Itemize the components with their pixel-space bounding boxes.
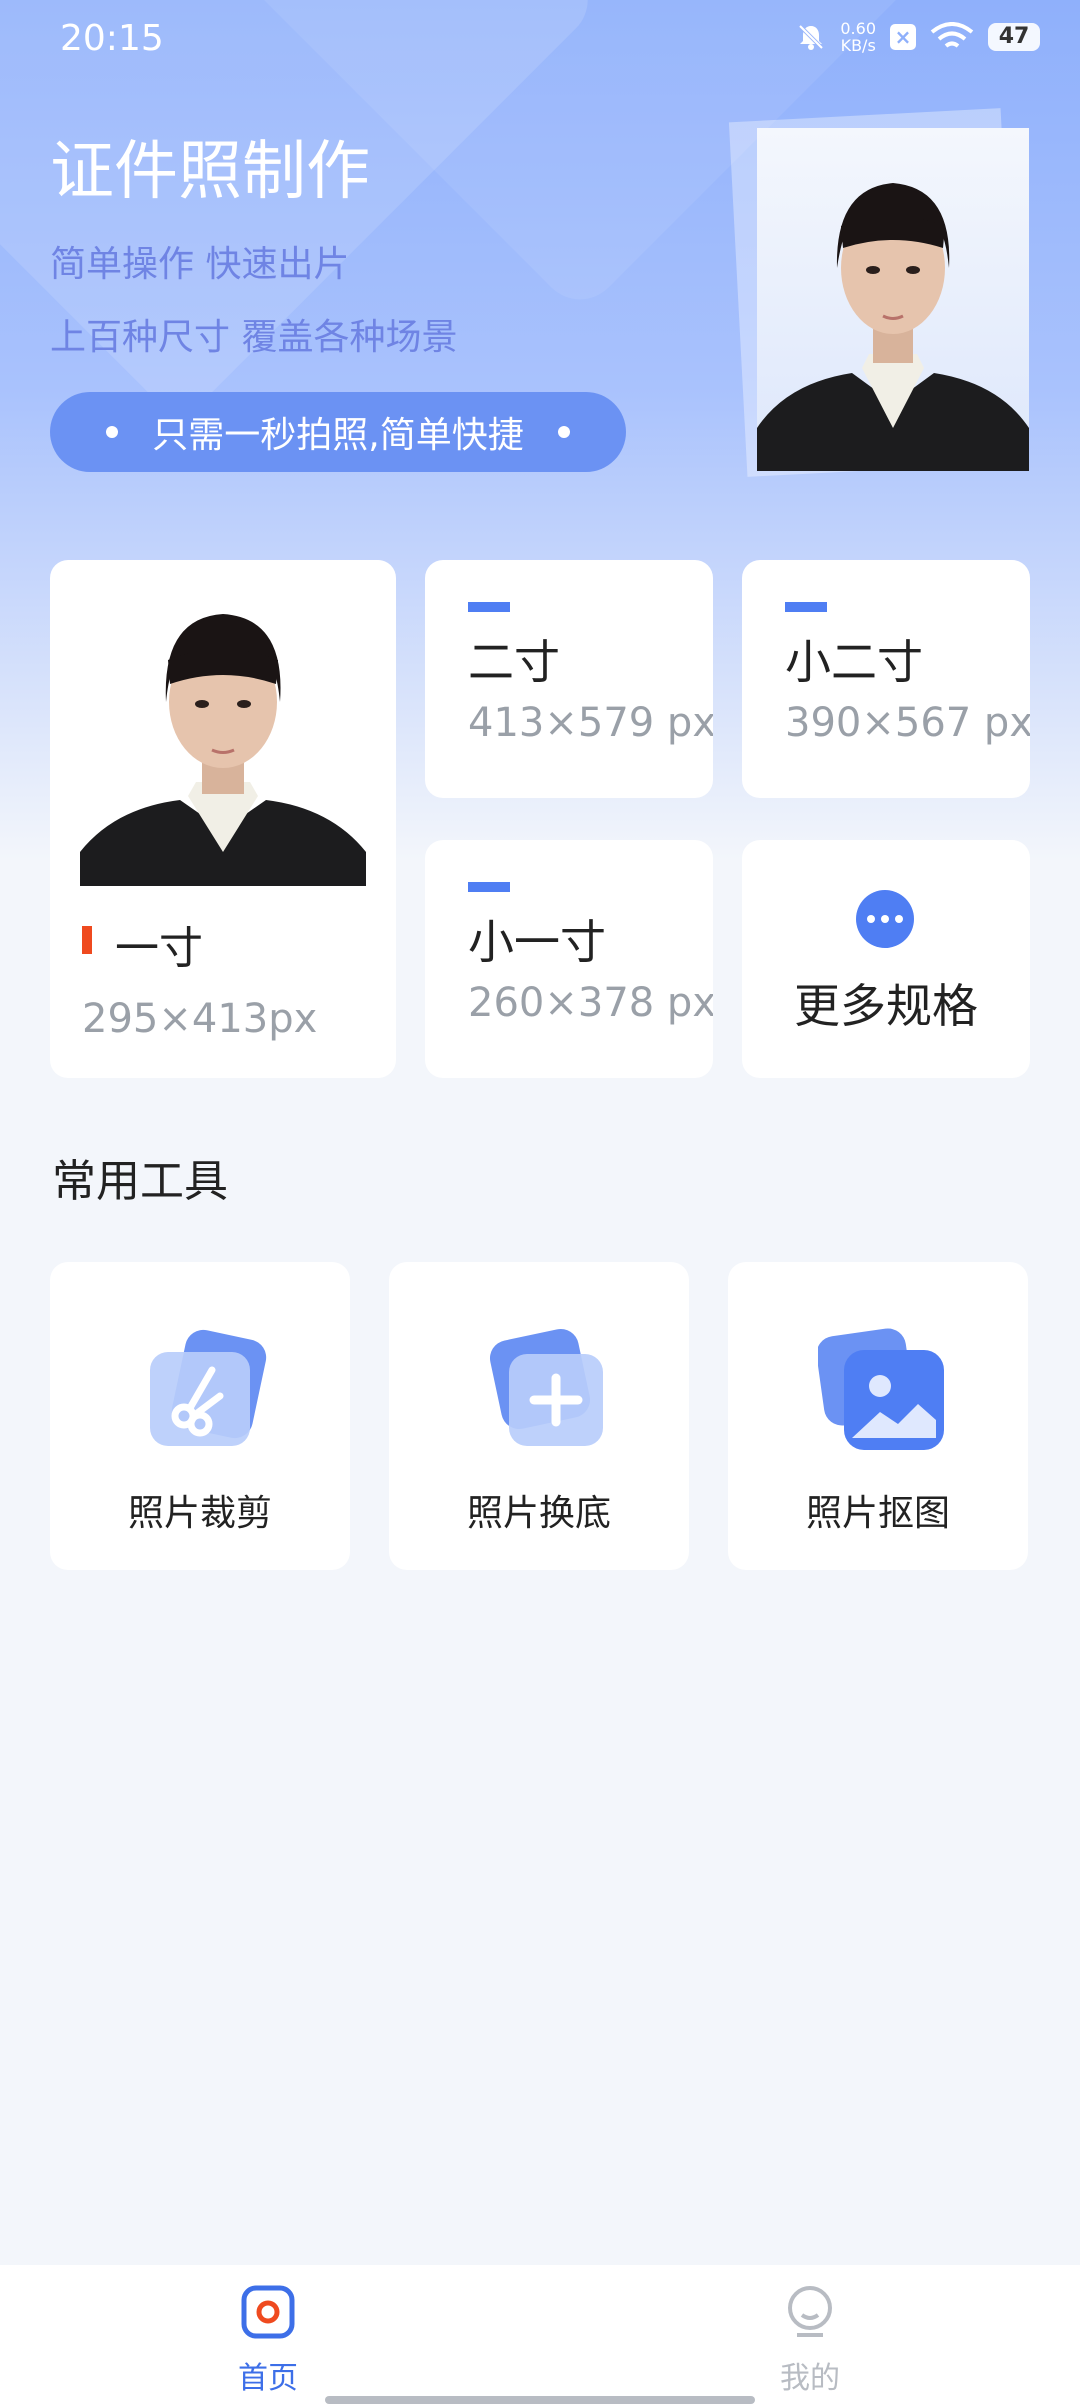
hero-subtitle-2: 上百种尺寸 覆盖各种场景 [50,317,458,358]
size-card-one-inch[interactable]: 一寸 295×413px [50,560,396,1078]
tools-section-title: 常用工具 [52,1156,228,1207]
quick-photo-label: 只需一秒拍照,简单快捷 [152,415,524,456]
plus-icon [489,1328,603,1446]
size-mark [468,882,510,892]
size-name: 小一寸 [468,915,606,969]
tool-photo-background[interactable]: 照片换底 [389,1262,689,1570]
nav-label: 首页 [238,2361,298,2396]
nav-item-mine[interactable]: 我的 [710,2285,910,2397]
bell-muted-icon [798,24,824,50]
close-box-icon: × [890,24,916,50]
more-sizes-label: 更多规格 [794,979,978,1033]
scissors-icon [150,1329,267,1446]
status-time: 20:15 [60,18,164,59]
pill-dot-left [106,426,119,438]
tool-label: 照片换底 [466,1493,611,1534]
wifi-icon [930,22,974,48]
size-card-small-one-inch[interactable]: 小一寸 260×378 px [425,840,713,1078]
nav-item-home[interactable]: 首页 [168,2285,368,2397]
size-name: 二寸 [468,635,560,689]
battery-icon: 47 [988,23,1040,51]
more-icon [856,890,914,948]
profile-icon [788,2286,832,2337]
size-name: 一寸 [115,923,203,974]
status-bar: 20:15 0.60 KB/s × 47 [0,0,1080,80]
image-icon [818,1328,944,1450]
size-mark [468,602,510,612]
size-mark [82,926,92,954]
size-pixels: 295×413px [82,996,318,1042]
size-card-small-two-inch[interactable]: 小二寸 390×567 px [742,560,1030,798]
one-inch-sample-photo [80,590,366,886]
bottom-nav: 首页 我的 [0,2265,1080,2408]
portrait-image [80,614,366,886]
home-indicator[interactable] [325,2396,755,2404]
quick-photo-button[interactable]: 只需一秒拍照,简单快捷 [50,392,626,472]
hero-subtitle-1: 简单操作 快速出片 [50,244,350,285]
nav-label: 我的 [780,2361,840,2396]
tool-photo-cutout[interactable]: 照片抠图 [728,1262,1028,1570]
net-speed: 0.60 KB/s [840,19,876,55]
size-pixels: 390×567 px [785,700,1030,746]
pill-dot-right [557,426,570,438]
camera-icon [241,2285,295,2339]
size-pixels: 413×579 px [468,700,713,746]
status-icons: 0.60 KB/s × 47 [796,20,1040,54]
size-name: 小二寸 [785,635,923,689]
hero-sample-photo [757,128,1029,471]
tool-label: 照片裁剪 [127,1493,272,1534]
more-sizes-card[interactable]: 更多规格 [742,840,1030,1078]
size-mark [785,602,827,612]
tool-photo-crop[interactable]: 照片裁剪 [50,1262,350,1570]
portrait-image [757,183,1029,471]
page-title: 证件照制作 [50,135,370,209]
tool-label: 照片抠图 [805,1493,950,1534]
size-card-two-inch[interactable]: 二寸 413×579 px [425,560,713,798]
size-pixels: 260×378 px [468,980,713,1026]
